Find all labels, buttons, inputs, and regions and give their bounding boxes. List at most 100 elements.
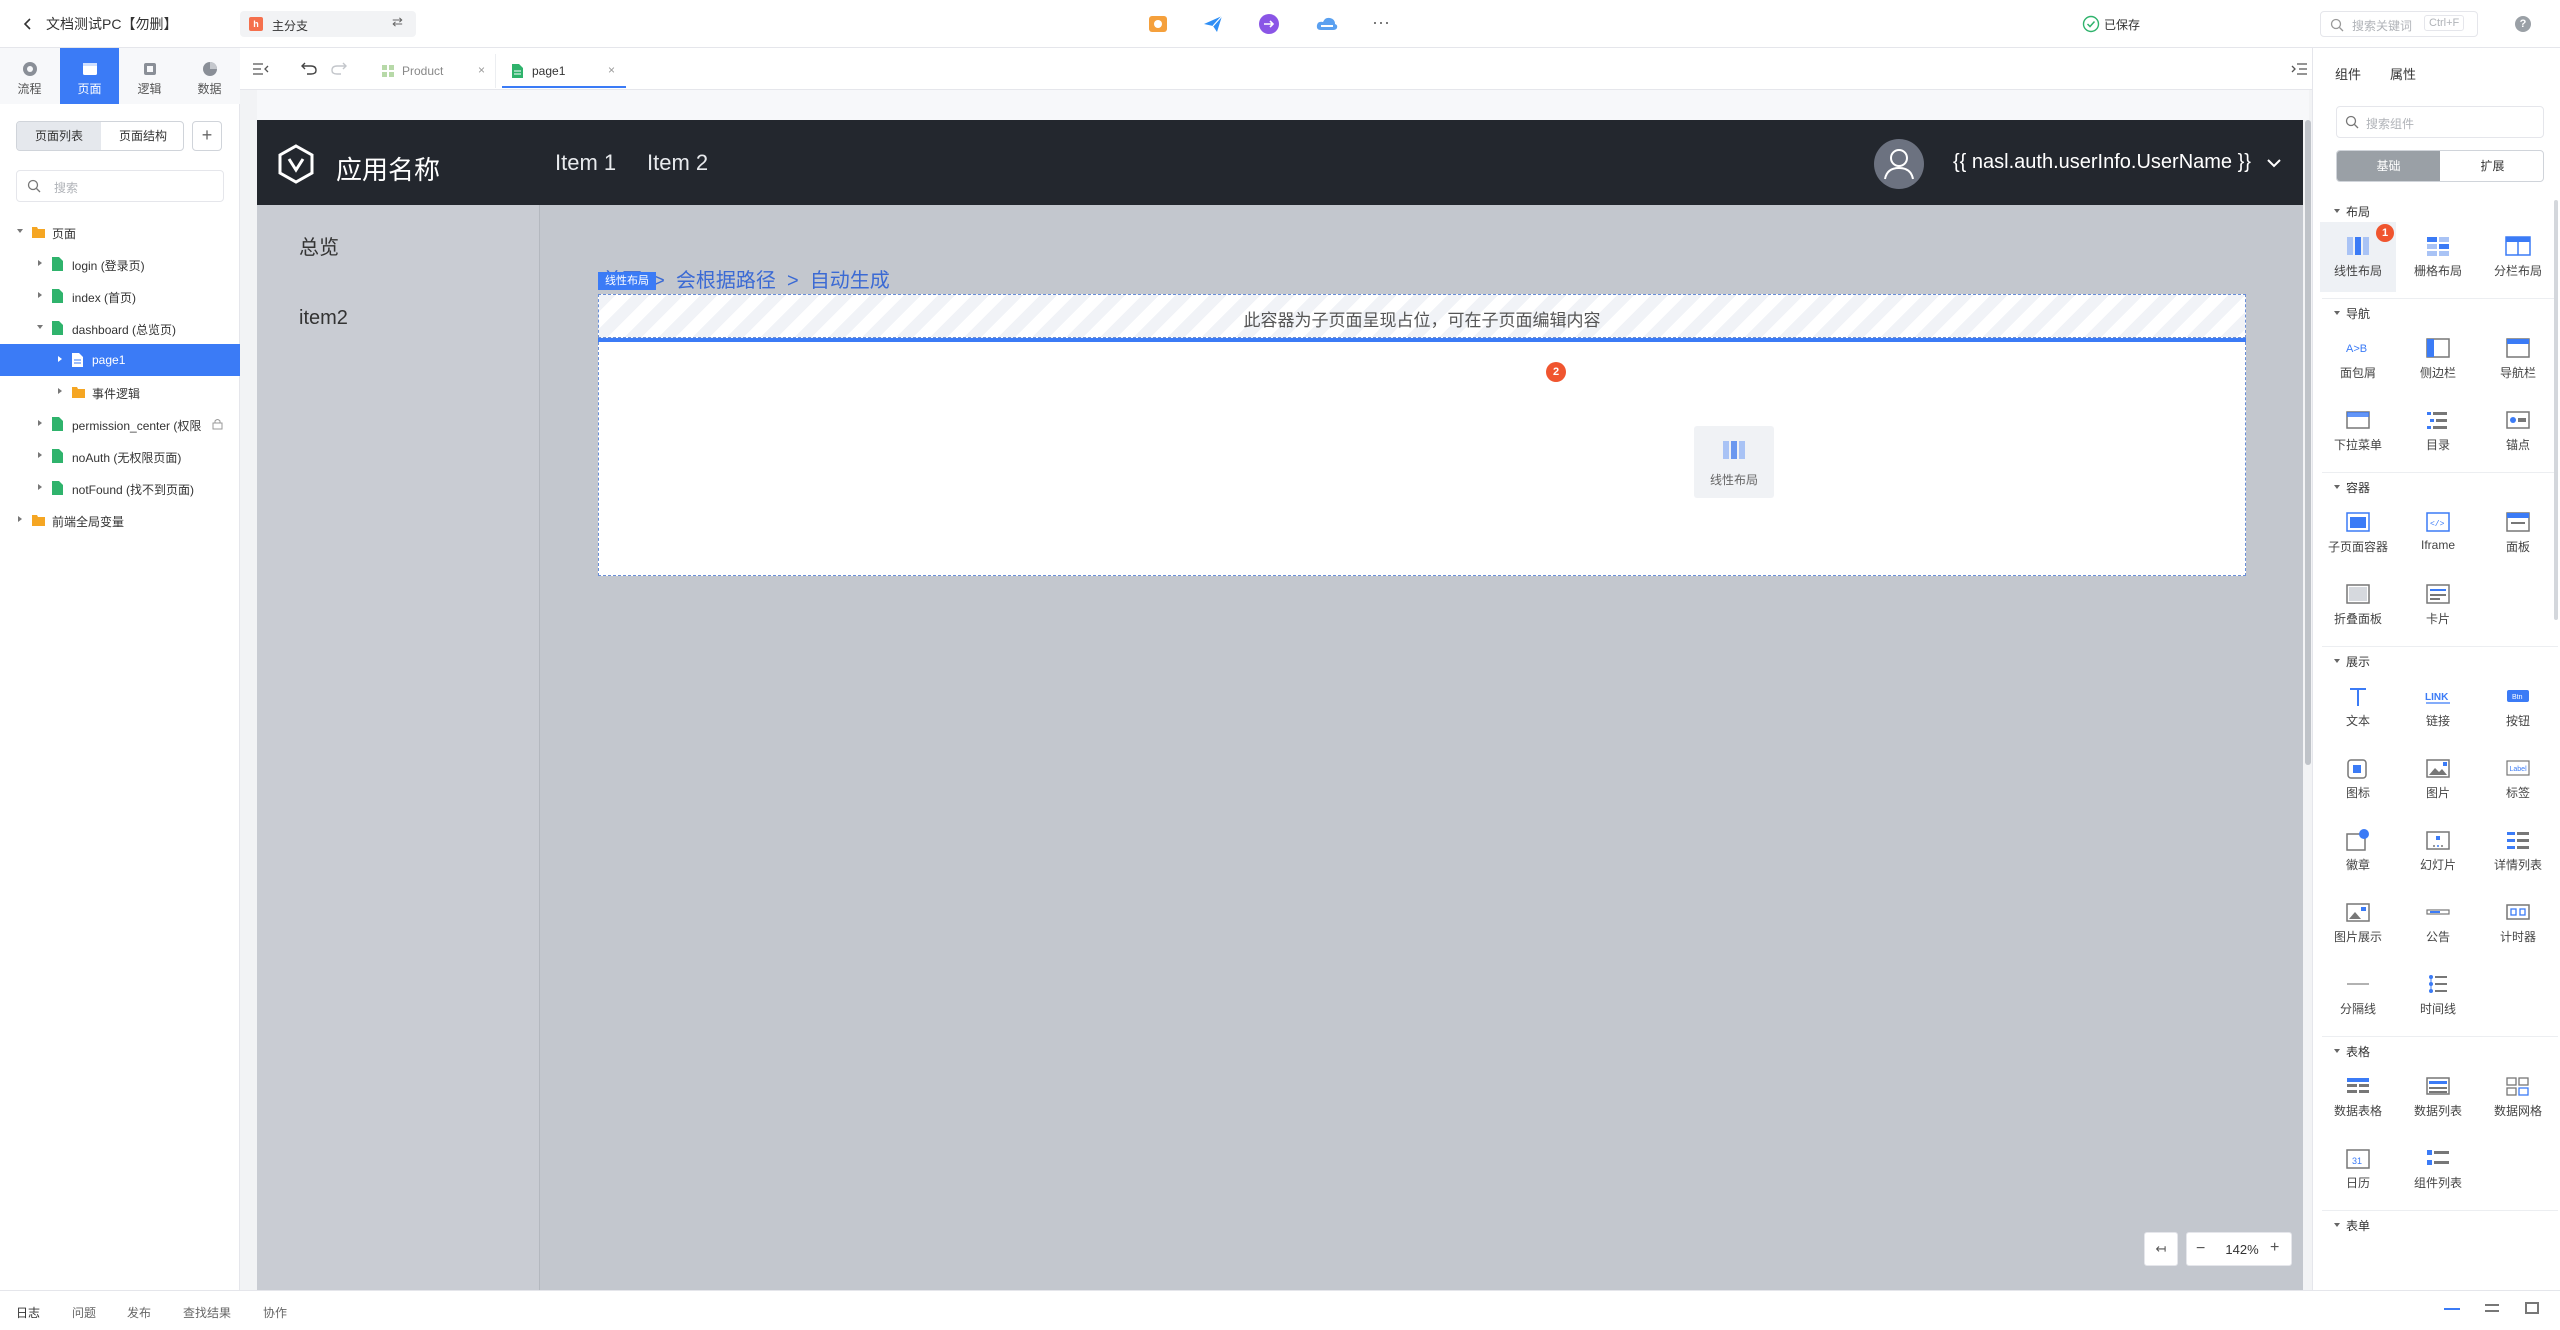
caret-right-icon[interactable] <box>36 259 44 267</box>
section-title[interactable]: 布局 <box>2346 203 2370 220</box>
component-iframe[interactable]: </> Iframe <box>2400 498 2476 568</box>
section-title[interactable]: 表单 <box>2346 1217 2370 1234</box>
preview-tool-icon[interactable] <box>1147 13 1169 35</box>
tree-item[interactable]: noAuth (无权限页面) <box>0 440 240 472</box>
rail-item-logic[interactable]: 逻辑 <box>120 48 179 104</box>
zoom-fit-button[interactable]: ↤ <box>2144 1232 2178 1266</box>
tab-extended[interactable]: 扩展 <box>2441 151 2543 181</box>
caret-down-icon[interactable] <box>16 227 24 235</box>
caret-down-icon[interactable] <box>2334 310 2340 316</box>
component-calendar[interactable]: 31 日历 <box>2320 1134 2396 1204</box>
component-toc[interactable]: 目录 <box>2400 396 2476 466</box>
caret-right-icon[interactable] <box>36 451 44 459</box>
linear-layout-drop-area[interactable] <box>598 342 2246 576</box>
component-text[interactable]: 文本 <box>2320 672 2396 742</box>
nav-item-1[interactable]: Item 1 <box>555 150 616 176</box>
component-subpage-container[interactable]: 子页面容器 <box>2320 498 2396 568</box>
tab-components[interactable]: 组件 <box>2335 64 2361 83</box>
help-icon[interactable]: ? <box>2515 16 2531 32</box>
username[interactable]: {{ nasl.auth.userInfo.UserName }} <box>1953 151 2251 174</box>
more-icon[interactable]: ··· <box>1372 12 1390 33</box>
caret-down-icon[interactable] <box>2334 484 2340 490</box>
component-card[interactable]: 卡片 <box>2400 570 2476 640</box>
component-icon[interactable]: 图标 <box>2320 744 2396 814</box>
cloud-tool-icon[interactable] <box>1315 13 1338 35</box>
component-timeline[interactable]: 时间线 <box>2400 960 2476 1030</box>
caret-right-icon[interactable] <box>56 387 64 395</box>
canvas-scrollbar[interactable] <box>2305 120 2311 765</box>
rail-item-data[interactable]: 数据 <box>180 48 239 104</box>
caret-right-icon[interactable] <box>56 355 64 363</box>
tree-item[interactable]: index (首页) <box>0 280 240 312</box>
component-columns-layout[interactable]: 分栏布局 <box>2480 222 2556 292</box>
tab-basic[interactable]: 基础 <box>2337 151 2440 181</box>
component-grid-layout[interactable]: 栅格布局 <box>2400 222 2476 292</box>
add-page-button[interactable]: + <box>192 121 222 151</box>
sidebar-item-item2[interactable]: item2 <box>299 307 348 330</box>
component-gallery[interactable]: 图片展示 <box>2320 888 2396 958</box>
component-badge[interactable]: 徽章 <box>2320 816 2396 886</box>
zoom-in-button[interactable]: + <box>2270 1239 2279 1257</box>
maximize-panel-icon[interactable] <box>2525 1302 2539 1314</box>
section-title[interactable]: 表格 <box>2346 1043 2370 1060</box>
caret-right-icon[interactable] <box>36 291 44 299</box>
redo-icon[interactable] <box>330 60 348 76</box>
tab-find-results[interactable]: 查找结果 <box>183 1304 231 1321</box>
caret-down-icon[interactable] <box>2334 1048 2340 1054</box>
restore-panel-icon[interactable] <box>2485 1304 2499 1312</box>
tab-log[interactable]: 日志 <box>16 1304 40 1321</box>
caret-down-icon[interactable] <box>2334 1222 2340 1228</box>
component-label[interactable]: Label 标签 <box>2480 744 2556 814</box>
branch-selector[interactable] <box>240 11 416 37</box>
tree-item[interactable]: 页面 <box>0 216 240 248</box>
component-data-table[interactable]: 数据表格 <box>2320 1062 2396 1132</box>
expand-panel-icon[interactable] <box>2290 62 2308 76</box>
component-data-list[interactable]: 数据列表 <box>2400 1062 2476 1132</box>
tab-properties[interactable]: 属性 <box>2390 64 2416 83</box>
zoom-out-button[interactable]: − <box>2196 1240 2205 1258</box>
nav-item-2[interactable]: Item 2 <box>647 150 708 176</box>
component-component-list[interactable]: 组件列表 <box>2400 1134 2476 1204</box>
component-collapse[interactable]: 折叠面板 <box>2320 570 2396 640</box>
app-name[interactable]: 应用名称 <box>336 150 440 187</box>
caret-right-icon[interactable] <box>36 483 44 491</box>
avatar[interactable] <box>1874 139 1924 189</box>
tree-item[interactable]: login (登录页) <box>0 248 240 280</box>
rail-item-flow[interactable]: 流程 <box>0 48 59 104</box>
component-data-grid[interactable]: 数据网格 <box>2480 1062 2556 1132</box>
component-image[interactable]: 图片 <box>2400 744 2476 814</box>
component-linear-layout[interactable]: 线性布局 1 <box>2320 222 2396 292</box>
close-icon[interactable]: × <box>608 63 615 77</box>
close-icon[interactable]: × <box>478 63 485 77</box>
tab-collaborate[interactable]: 协作 <box>263 1304 287 1321</box>
component-timer[interactable]: 计时器 <box>2480 888 2556 958</box>
component-divider[interactable]: 分隔线 <box>2320 960 2396 1030</box>
tab-page-list[interactable]: 页面列表 <box>17 122 101 150</box>
section-title[interactable]: 容器 <box>2346 479 2370 496</box>
component-notice[interactable]: 公告 <box>2400 888 2476 958</box>
component-navbar[interactable]: 导航栏 <box>2480 324 2556 394</box>
tab-page-structure[interactable]: 页面结构 <box>101 122 183 150</box>
deploy-tool-icon[interactable] <box>1258 13 1280 35</box>
tab-publish[interactable]: 发布 <box>127 1304 151 1321</box>
tree-item[interactable]: 前端全局变量 <box>0 504 240 536</box>
caret-down-icon[interactable] <box>2334 208 2340 214</box>
section-title[interactable]: 导航 <box>2346 305 2370 322</box>
caret-right-icon[interactable] <box>36 419 44 427</box>
component-breadcrumb[interactable]: A>B 面包屑 <box>2320 324 2396 394</box>
rail-item-page[interactable]: 页面 <box>60 48 119 104</box>
component-button[interactable]: Btn 按钮 <box>2480 672 2556 742</box>
publish-tool-icon[interactable] <box>1202 13 1224 35</box>
undo-icon[interactable] <box>300 60 318 76</box>
tree-item[interactable]: 事件逻辑 <box>0 376 240 408</box>
caret-down-icon[interactable] <box>36 323 44 331</box>
collapse-sidebar-icon[interactable] <box>252 62 270 76</box>
tab-product[interactable]: Product × <box>372 54 496 88</box>
component-detail-list[interactable]: 详情列表 <box>2480 816 2556 886</box>
tree-item[interactable]: notFound (找不到页面) <box>0 472 240 504</box>
caret-down-icon[interactable] <box>2334 658 2340 664</box>
component-sidebar[interactable]: 侧边栏 <box>2400 324 2476 394</box>
component-carousel[interactable]: 幻灯片 <box>2400 816 2476 886</box>
component-panel[interactable]: 面板 <box>2480 498 2556 568</box>
swap-icon[interactable]: ⇄ <box>392 14 403 30</box>
